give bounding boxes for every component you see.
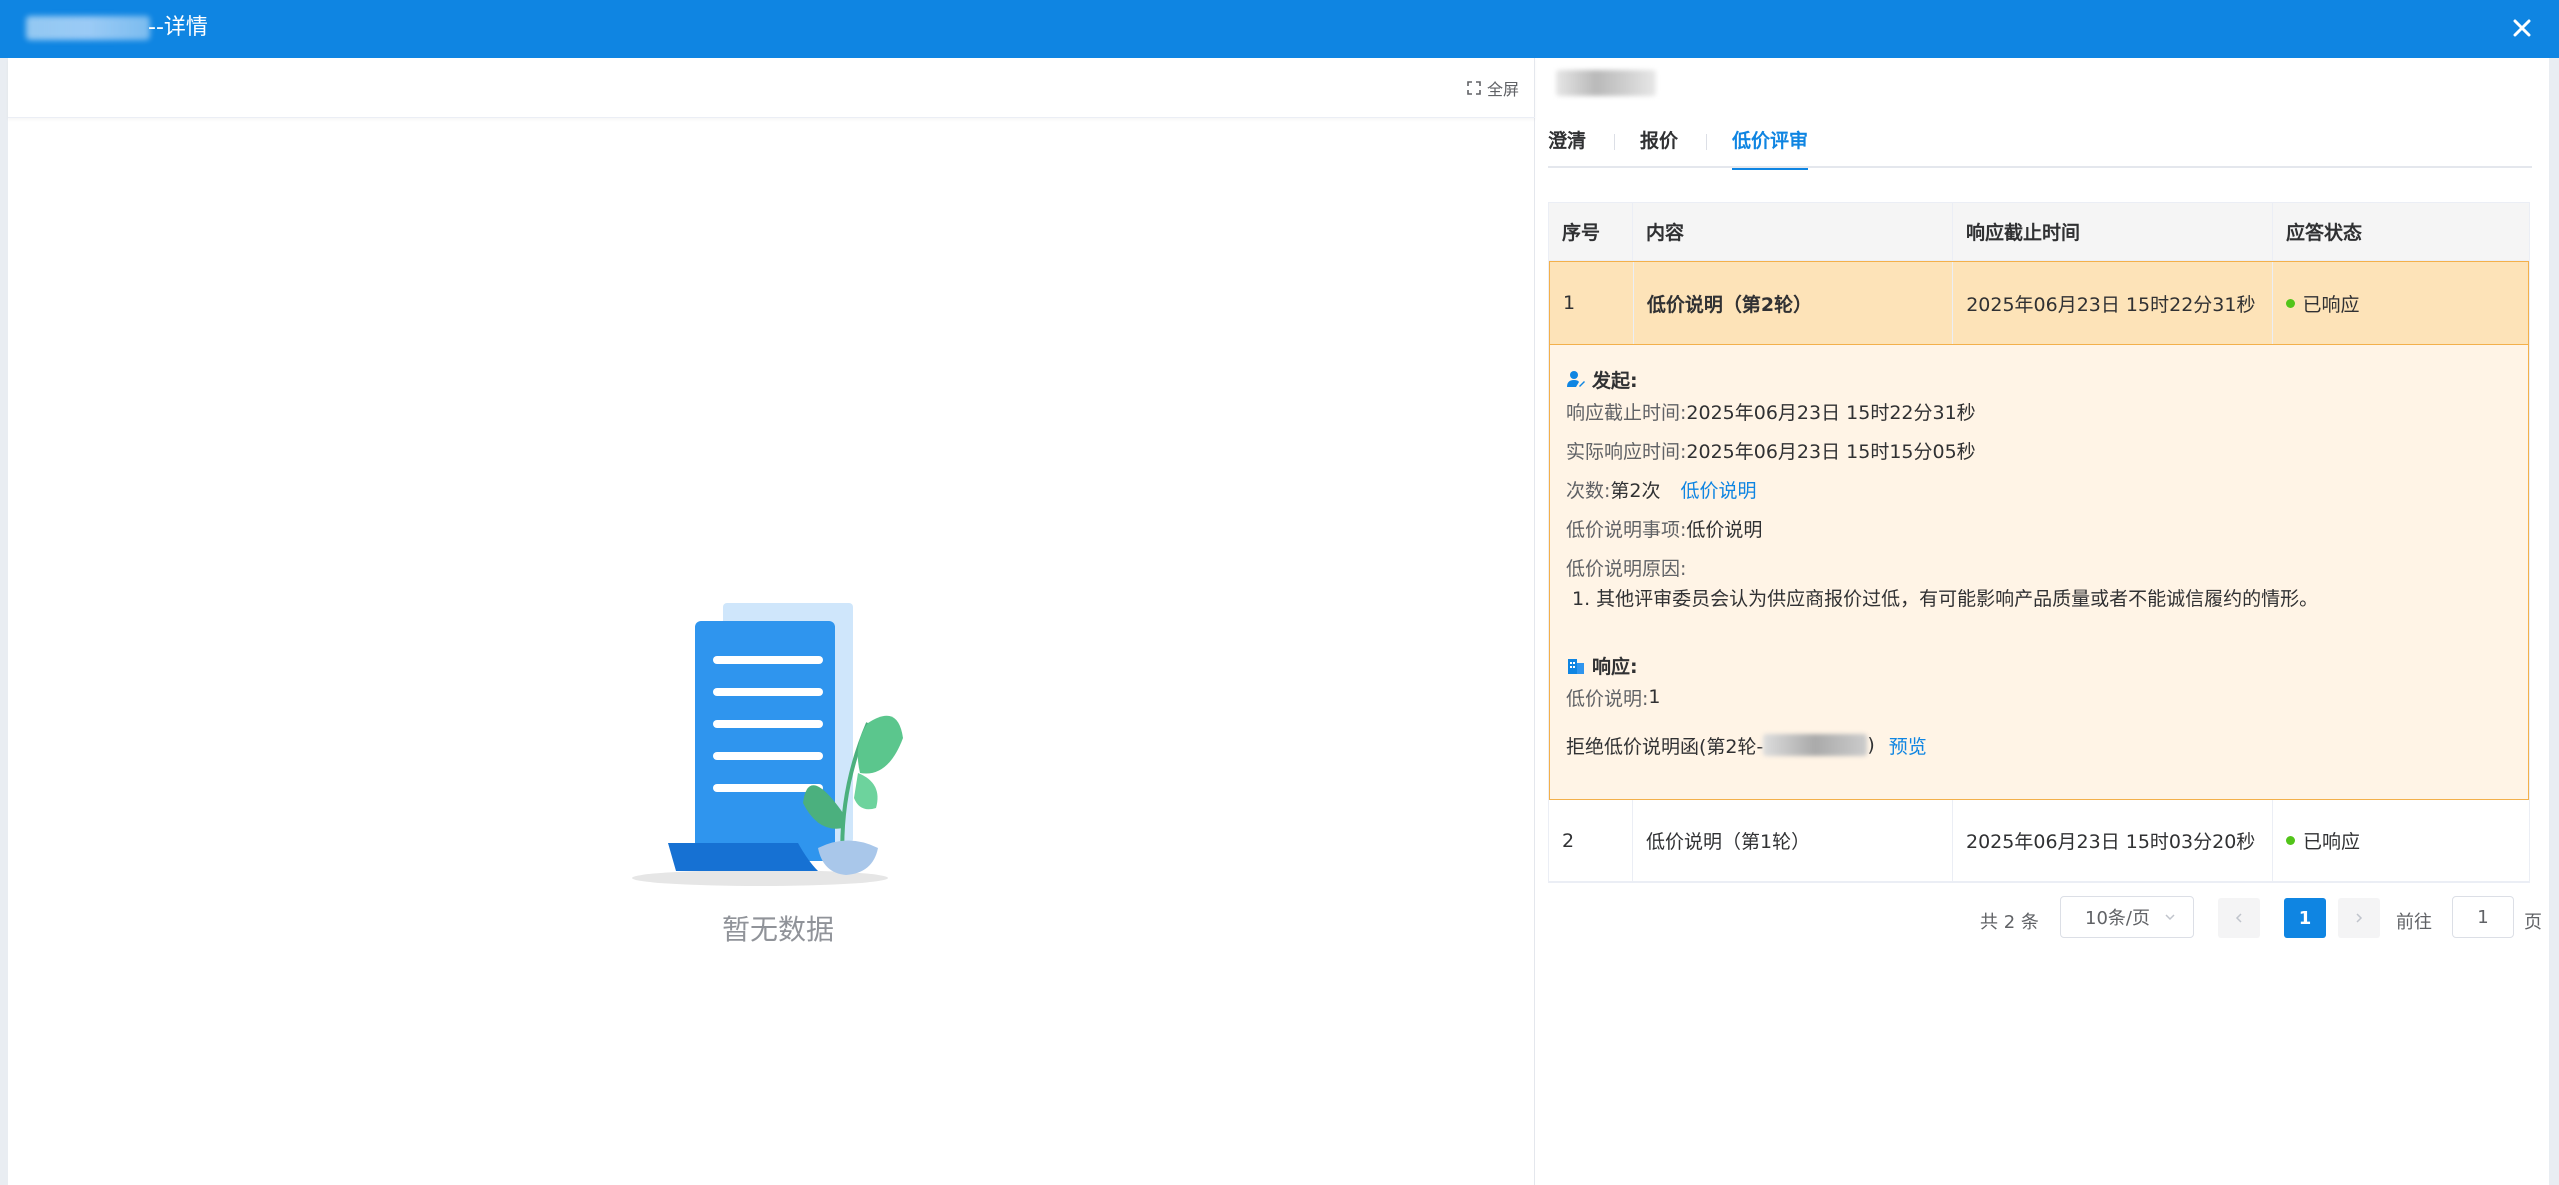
row-deadline: 2025年06月23日 15时03分20秒 <box>1953 800 2273 881</box>
tab-separator <box>1614 134 1615 150</box>
status-text: 已响应 <box>2302 293 2360 316</box>
row-status: 已响应 <box>2273 262 2528 344</box>
review-table: 序号 内容 响应截止时间 应答状态 1 低价说明（第2轮） 2025年06月23… <box>1548 202 2530 883</box>
page-number-current[interactable]: 1 <box>2284 898 2326 938</box>
pagination: 共 2 条 10条/页 1 前往 页 <box>1548 896 2548 940</box>
dialog-title: --详情 <box>148 15 208 40</box>
column-header-content: 内容 <box>1633 203 1953 260</box>
pagination-total: 共 2 条 <box>1980 912 2039 933</box>
empty-state-text: 暂无数据 <box>721 913 834 946</box>
tab-quotation[interactable]: 报价 <box>1640 126 1678 168</box>
row-content: 低价说明（第2轮） <box>1634 262 1954 344</box>
chevron-right-icon <box>2356 913 2363 923</box>
count-line: 次数: 第2次 低价说明 <box>1566 475 2512 503</box>
tab-separator <box>1706 134 1707 150</box>
row-index: 2 <box>1549 800 1633 881</box>
dialog-titlebar: --详情 <box>0 0 2559 58</box>
user-edit-icon <box>1567 371 1585 387</box>
table-header: 序号 内容 响应截止时间 应答状态 <box>1549 203 2529 261</box>
next-page-button[interactable] <box>2338 898 2380 938</box>
fullscreen-button[interactable]: 全屏 <box>1467 76 1519 100</box>
chevron-left-icon <box>2235 913 2242 923</box>
goto-label: 前往 <box>2396 912 2432 933</box>
attachment-name-redacted <box>1763 734 1868 756</box>
chevron-down-icon <box>2165 914 2175 921</box>
actual-response-line: 实际响应时间: 2025年06月23日 15时15分05秒 <box>1566 440 1976 463</box>
row-expanded-detail: 发起: 响应截止时间: 2025年06月23日 15时22分31秒 实际响应时间… <box>1549 345 2529 800</box>
row-content: 低价说明（第1轮） <box>1633 800 1953 881</box>
row-index: 1 <box>1550 262 1634 344</box>
empty-document-illustration <box>632 603 903 886</box>
status-dot-icon <box>2286 836 2295 845</box>
preview-link[interactable]: 预览 <box>1889 732 1927 759</box>
response-value-line: 低价说明: 1 <box>1566 686 1661 710</box>
table-row[interactable]: 2 低价说明（第1轮） 2025年06月23日 15时03分20秒 已响应 <box>1549 800 2529 882</box>
column-header-status: 应答状态 <box>2286 222 2363 244</box>
table-row[interactable]: 1 低价说明（第2轮） 2025年06月23日 15时22分31秒 已响应 <box>1549 261 2529 345</box>
status-dot-icon <box>2285 298 2295 308</box>
row-status: 已响应 <box>2273 800 2529 881</box>
prev-page-button[interactable] <box>2218 898 2260 938</box>
reason-label-line: 低价说明原因: <box>1566 557 1687 580</box>
viewer-toolbar: 全屏 <box>8 58 1535 118</box>
page-size-select[interactable]: 10条/页 <box>2060 896 2194 938</box>
tab-bar: 澄清 报价 低价评审 <box>1548 126 2532 170</box>
empty-state: 暂无数据 <box>628 593 928 953</box>
detail-panel: 澄清 报价 低价评审 序号 内容 响应截止时间 应答状态 1 低价说明（第2轮）… <box>1536 58 2549 1185</box>
close-button[interactable] <box>2505 11 2539 45</box>
initiate-section-title: 发起: <box>1566 365 2512 393</box>
tab-low-price-review[interactable]: 低价评审 <box>1732 126 1809 170</box>
attachment-line: 拒绝低价说明函(第2轮- ) 预览 <box>1566 731 2512 759</box>
deadline-line: 响应截止时间: 2025年06月23日 15时22分31秒 <box>1566 401 1976 424</box>
column-header-index: 序号 <box>1549 203 1633 260</box>
page-suffix: 页 <box>2524 912 2542 933</box>
title-redacted <box>26 16 150 40</box>
item-line: 低价说明事项: 低价说明 <box>1566 518 1763 541</box>
goto-page-input[interactable] <box>2452 896 2514 938</box>
close-icon <box>2513 19 2531 37</box>
status-text: 已响应 <box>2303 831 2361 853</box>
dialog-body: 全屏 暂无数据 澄清 报价 低价评审 序号 内容 响应截止时间 应答状态 1 低… <box>8 58 2549 1185</box>
panel-title-redacted <box>1556 70 1656 96</box>
building-icon <box>1568 659 1584 674</box>
column-header-deadline: 响应截止时间 <box>1953 203 2273 260</box>
fullscreen-label: 全屏 <box>1486 80 1519 99</box>
document-viewer: 全屏 暂无数据 <box>8 58 1535 1185</box>
reason-text: 1. 其他评审委员会认为供应商报价过低，有可能影响产品质量或者不能诚信履约的情形… <box>1572 587 2319 610</box>
tab-clarification[interactable]: 澄清 <box>1548 126 1586 168</box>
response-section-title: 响应: <box>1566 651 2512 679</box>
low-price-explanation-link[interactable]: 低价说明 <box>1681 476 1757 503</box>
row-deadline: 2025年06月23日 15时22分31秒 <box>1953 262 2273 344</box>
fullscreen-icon <box>1467 81 1481 95</box>
